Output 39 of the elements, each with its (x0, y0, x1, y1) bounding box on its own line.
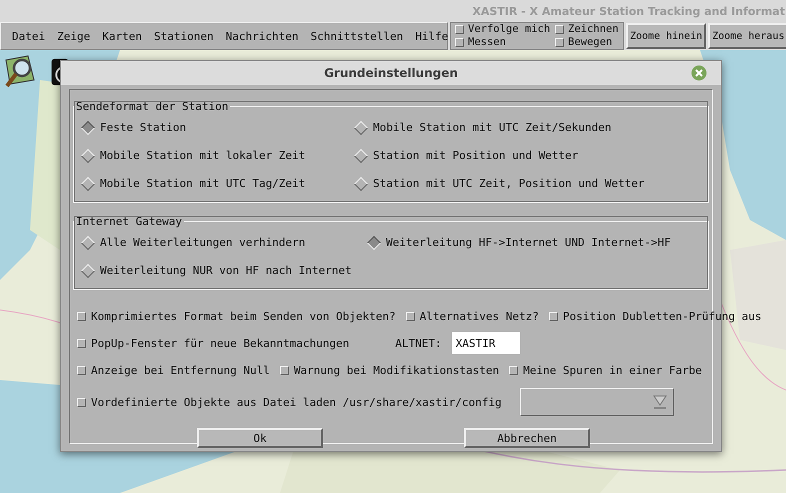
toggle-checkbox[interactable]: Bewegen (551, 36, 623, 49)
option-checkbox[interactable]: Anzeige bei Entfernung Null (77, 364, 270, 376)
group-title: Sendeformat der Station (75, 100, 230, 113)
dialog-button[interactable]: Abbrechen (464, 428, 590, 448)
option-checkbox[interactable]: Warnung bei Modifikationstasten (280, 364, 500, 376)
menu-item[interactable]: Schnittstellen (304, 28, 410, 44)
dropdown[interactable] (520, 388, 674, 416)
menu-item[interactable]: Datei (6, 28, 52, 44)
menu-item[interactable]: Nachrichten (220, 28, 304, 44)
option-checkbox[interactable]: PopUp-Fenster für neue Bekanntmachungen (77, 336, 350, 350)
group-title: Internet Gateway (75, 215, 183, 228)
radio-option[interactable]: Weiterleitung HF->Internet UND Internet->HF (366, 236, 702, 249)
zoom-button[interactable]: Zoome hinein (626, 23, 706, 49)
radio-option[interactable]: Mobile Station mit lokaler Zeit (80, 149, 353, 162)
menu-item[interactable]: Stationen (148, 28, 220, 44)
option-checkbox[interactable]: Alternatives Netz? (406, 310, 539, 322)
radio-option[interactable]: Station mit UTC Zeit, Position und Wetter (353, 177, 702, 190)
zoom-button[interactable]: Zoome heraus (708, 23, 786, 49)
caret-icon (652, 395, 667, 409)
radio-option[interactable]: Weiterleitung NUR von HF nach Internet (80, 264, 366, 277)
menu-item[interactable]: Karten (96, 28, 148, 44)
close-icon[interactable] (691, 65, 707, 81)
radio-option[interactable]: Feste Station (80, 121, 353, 134)
option-checkbox[interactable]: Meine Spuren in einer Farbe (509, 364, 702, 376)
option-checkbox[interactable]: Position Dubletten-Prüfung aus (548, 310, 762, 322)
radio-option[interactable]: Alle Weiterleitungen verhindern (80, 236, 366, 249)
radio-option[interactable]: Mobile Station mit UTC Tag/Zeit (80, 177, 353, 190)
radio-option[interactable]: Station mit Position und Wetter (353, 149, 702, 162)
dialog-button[interactable]: Ok (197, 428, 323, 448)
field-label: ALTNET: (395, 336, 442, 350)
radio-option[interactable]: Mobile Station mit UTC Zeit/Sekunden (353, 121, 702, 134)
option-checkbox[interactable]: Komprimiertes Format beim Senden von Objekten? (77, 310, 396, 322)
dialog-title: Grundeinstellungen (324, 66, 458, 80)
option-checkbox[interactable]: Vordefinierte Objekte aus Datei laden /usr/share/xastir/config (77, 396, 502, 408)
menu-item[interactable]: Zeige (51, 28, 96, 44)
magnifier-map-icon[interactable] (4, 54, 36, 88)
window-title: XASTIR - X Amateur Station Tracking and Informat (472, 4, 785, 18)
input-field[interactable]: XASTIR (452, 332, 520, 354)
toggle-checkbox[interactable]: Zeichnen (551, 23, 623, 36)
